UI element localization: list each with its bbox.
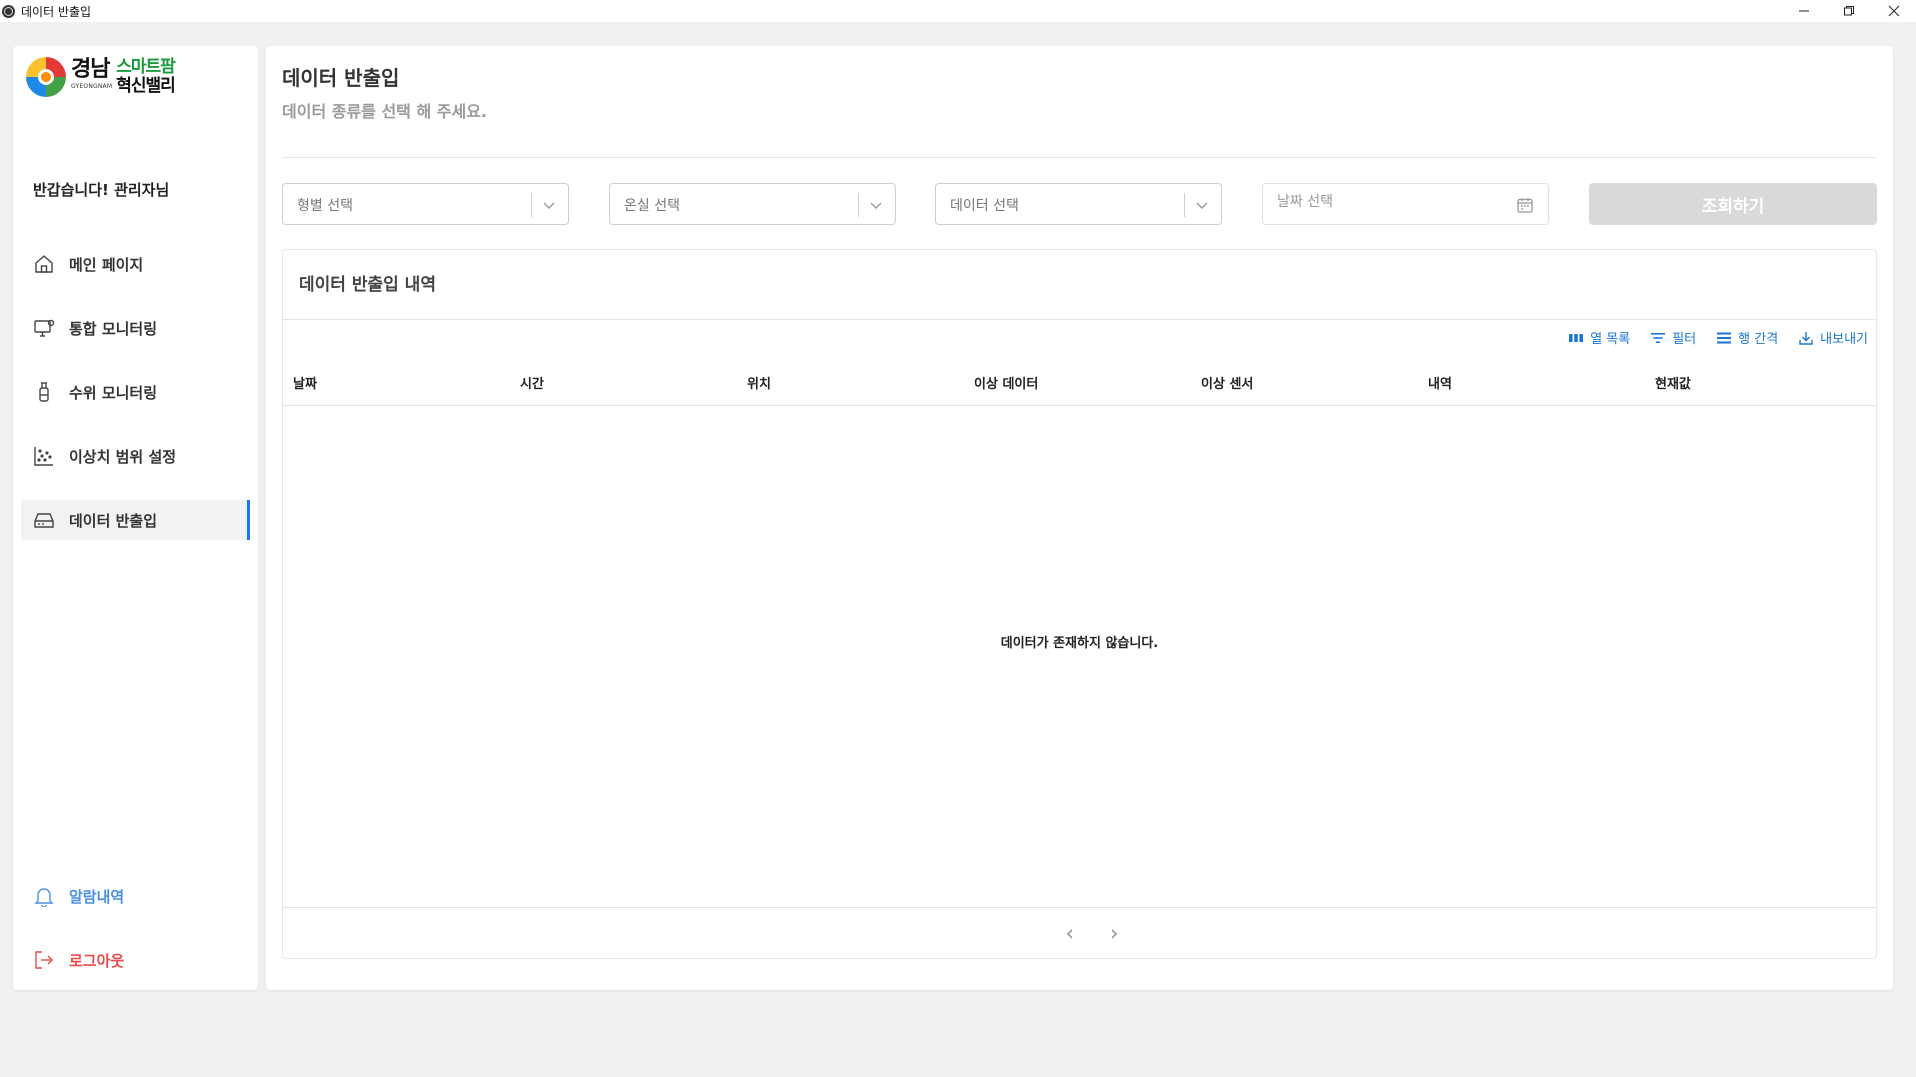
chevron-down-icon: [543, 202, 555, 209]
logout-icon: [35, 951, 53, 969]
sidebar: 경남 GYEONGNAM 스마트팜 혁신밸리 반갑습니다! 관리자님 메인 페이…: [13, 46, 258, 990]
page-title: 데이터 반출입: [282, 66, 400, 90]
restore-icon: [1843, 6, 1854, 16]
sidebar-item-main[interactable]: 메인 페이지: [21, 244, 250, 284]
sidebar-bottom: 알람내역 로그아웃: [21, 876, 250, 1004]
restore-button[interactable]: [1826, 0, 1871, 22]
greeting: 반갑습니다! 관리자님: [33, 181, 170, 199]
column-header-anomaly-data[interactable]: 이상 데이터: [974, 373, 1038, 392]
main-panel: 데이터 반출입 데이터 종류를 선택 해 주세요. 형별 선택 온실 선택 데이…: [266, 46, 1893, 990]
select-separator: [531, 193, 532, 217]
greenhouse-select-value: 온실 선택: [624, 198, 680, 214]
greenhouse-select[interactable]: 온실 선택: [609, 183, 896, 225]
column-header-current-value[interactable]: 현재값: [1655, 373, 1691, 392]
monitor-icon: [34, 319, 55, 337]
download-icon: [1799, 331, 1813, 345]
filter-bar: 형별 선택 온실 선택 데이터 선택 조회하기: [282, 183, 1877, 225]
logo-line2: 혁신밸리: [116, 76, 176, 96]
chevron-down-icon: [1196, 202, 1208, 209]
chevron-down-icon: [870, 202, 882, 209]
filter-label: 필터: [1672, 332, 1697, 347]
close-icon: [1888, 5, 1899, 17]
next-page-button[interactable]: [1102, 922, 1126, 946]
calendar-icon[interactable]: [1516, 196, 1534, 214]
date-input[interactable]: [1277, 194, 1497, 210]
minimize-icon: [1798, 10, 1809, 12]
column-header-anomaly-sensor[interactable]: 이상 센서: [1201, 373, 1253, 392]
type-select[interactable]: 형별 선택: [282, 183, 569, 225]
close-button[interactable]: [1871, 0, 1916, 22]
prev-page-button[interactable]: [1058, 922, 1082, 946]
logout-label: 로그아웃: [69, 951, 125, 970]
columns-icon: [1569, 333, 1584, 342]
select-separator: [1184, 193, 1185, 217]
page-subtitle: 데이터 종류를 선택 해 주세요.: [282, 102, 487, 121]
sidebar-item-label: 수위 모니터링: [69, 383, 158, 402]
type-select-value: 형별 선택: [297, 198, 353, 214]
drive-icon: [34, 513, 54, 528]
home-icon: [35, 255, 53, 273]
water-level-icon: [39, 382, 49, 402]
app-icon: [2, 4, 15, 18]
filter-icon: [1651, 332, 1666, 343]
filter-button[interactable]: 필터: [1650, 328, 1696, 347]
sidebar-item-label: 메인 페이지: [69, 255, 144, 274]
density-label: 행 간격: [1738, 332, 1779, 347]
grid-footer: [283, 907, 1876, 959]
columns-label: 열 목록: [1590, 332, 1631, 347]
sidebar-nav: 메인 페이지 통합 모니터링 수위 모니터링 이상치 범위 설정 데이터 반출입: [21, 244, 250, 564]
window-controls: [1781, 0, 1916, 22]
export-button[interactable]: 내보내기: [1798, 328, 1868, 347]
column-header-date[interactable]: 날짜: [293, 373, 317, 392]
card-title: 데이터 반출입 내역: [299, 275, 436, 295]
logo-line1: 스마트팜: [116, 57, 176, 77]
sidebar-item-data-transfer[interactable]: 데이터 반출입: [21, 500, 250, 540]
pagination: [1048, 922, 1136, 946]
logo-mark-icon: [26, 57, 66, 97]
alarm-label: 알람내역: [69, 887, 125, 906]
sidebar-item-water-level[interactable]: 수위 모니터링: [21, 372, 250, 412]
date-picker[interactable]: [1262, 183, 1549, 225]
density-button[interactable]: 행 간격: [1716, 328, 1778, 347]
columns-button[interactable]: 열 목록: [1568, 328, 1630, 347]
grid-toolbar: 열 목록 필터 행 간격 내보내기: [1548, 328, 1868, 347]
table-header: 날짜 시간 위치 이상 데이터 이상 센서 내역 현재값: [283, 356, 1876, 406]
sidebar-item-label: 이상치 범위 설정: [69, 447, 177, 466]
empty-message: 데이터가 존재하지 않습니다.: [1000, 636, 1159, 651]
column-header-location[interactable]: 위치: [747, 373, 771, 392]
title-bar: 데이터 반출입: [0, 0, 1916, 22]
logo[interactable]: 경남 GYEONGNAM 스마트팜 혁신밸리: [25, 56, 176, 98]
minimize-button[interactable]: [1781, 0, 1826, 22]
logo-text: 경남 GYEONGNAM 스마트팜 혁신밸리: [71, 57, 176, 96]
sidebar-item-logout[interactable]: 로그아웃: [21, 940, 250, 980]
density-icon: [1717, 332, 1732, 343]
chevron-right-icon: [1111, 929, 1117, 939]
column-header-time[interactable]: 시간: [520, 373, 544, 392]
sidebar-item-outlier-range[interactable]: 이상치 범위 설정: [21, 436, 250, 476]
data-select-value: 데이터 선택: [950, 198, 1019, 214]
bell-icon: [34, 888, 54, 907]
export-label: 내보내기: [1820, 332, 1868, 347]
sidebar-item-label: 데이터 반출입: [69, 511, 158, 530]
column-header-history[interactable]: 내역: [1428, 373, 1452, 392]
data-select[interactable]: 데이터 선택: [935, 183, 1222, 225]
data-grid: 열 목록 필터 행 간격 내보내기 날짜 시간 위치 이상 데이터 이상 센서 …: [283, 319, 1876, 959]
divider: [282, 157, 1877, 158]
select-separator: [858, 193, 859, 217]
chevron-left-icon: [1067, 929, 1073, 939]
history-card: 데이터 반출입 내역 열 목록 필터 행 간격 내보내기 날짜 시간 위치 이상…: [282, 249, 1877, 959]
sidebar-item-alarm[interactable]: 알람내역: [21, 876, 250, 916]
search-button[interactable]: 조회하기: [1589, 183, 1877, 225]
window-title: 데이터 반출입: [21, 4, 92, 19]
sidebar-item-integrated-monitoring[interactable]: 통합 모니터링: [21, 308, 250, 348]
scatter-icon: [34, 447, 53, 466]
logo-region-en: GYEONGNAM: [71, 83, 113, 90]
logo-region: 경남: [71, 57, 110, 82]
sidebar-item-label: 통합 모니터링: [69, 319, 158, 338]
